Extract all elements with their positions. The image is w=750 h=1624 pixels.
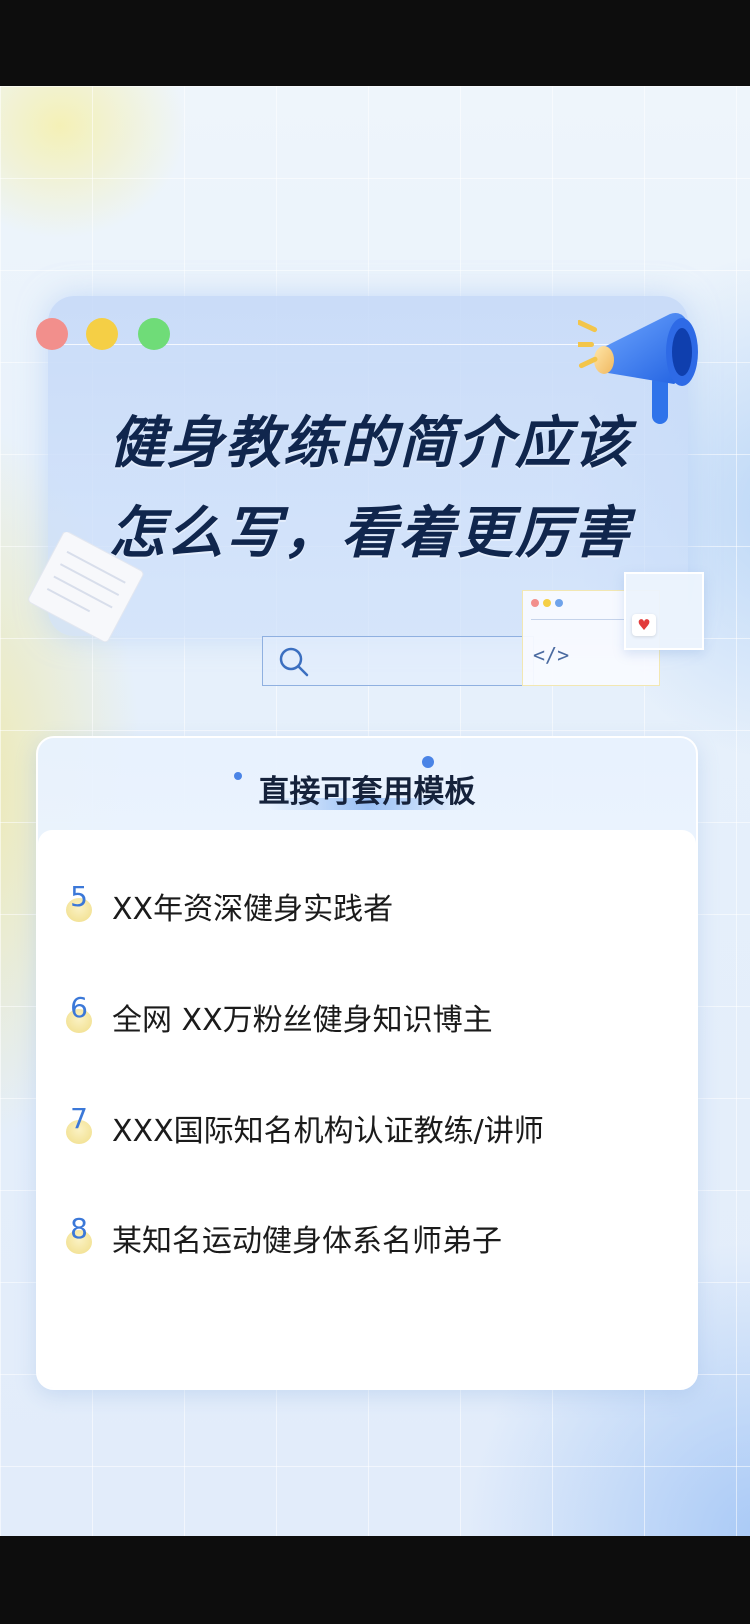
paper-icon: [28, 532, 144, 642]
list-item-text: 全网 XX万粉丝健身知识博主: [112, 1003, 493, 1038]
code-window-dot-red-icon: [531, 599, 539, 607]
list-item-text: XXX国际知名机构认证教练/讲师: [112, 1114, 544, 1149]
hero-title-line-2: 怎么写，看着更厉害: [109, 501, 631, 566]
bottom-letterbox-bar: [0, 1536, 750, 1624]
list-item-text: 某知名运动健身体系名师弟子: [112, 1224, 502, 1259]
window-dot-yellow-icon: [86, 318, 118, 350]
code-icon: </>: [533, 643, 570, 667]
template-card: 直接可套用模板 5 XX年资深健身实践者 6 全网 XX万粉丝健身知识博主 7 …: [36, 736, 698, 1390]
list-number-badge: 5: [64, 880, 98, 924]
list-item-text: XX年资深健身实践者: [112, 892, 394, 927]
list-number: 6: [70, 991, 88, 1024]
code-window-dot-yellow-icon: [543, 599, 551, 607]
window-dot-red-icon: [36, 318, 68, 350]
search-icon: [279, 647, 309, 677]
card-heading: 直接可套用模板: [258, 774, 476, 810]
code-window-divider: [531, 619, 627, 620]
list-number: 8: [70, 1212, 88, 1245]
window-dot-green-icon: [138, 318, 170, 350]
list-number-badge: 8: [64, 1212, 98, 1256]
poster: 健身教练的简介应该 怎么写，看着更厉害 </> ♥ 直接可套用模板 5 XX年资…: [0, 86, 750, 1536]
heart-window: [624, 572, 704, 650]
card-body: 5 XX年资深健身实践者 6 全网 XX万粉丝健身知识博主 7 XXX国际知名机…: [38, 830, 696, 1388]
hero-title-line-1: 健身教练的简介应该: [109, 411, 631, 476]
list-number: 7: [70, 1102, 88, 1135]
list-number: 5: [70, 880, 88, 913]
top-letterbox-bar: [0, 0, 750, 86]
list-number-badge: 6: [64, 991, 98, 1035]
heart-icon: ♥: [632, 614, 656, 636]
code-window-dot-blue-icon: [555, 599, 563, 607]
list-number-badge: 7: [64, 1102, 98, 1146]
